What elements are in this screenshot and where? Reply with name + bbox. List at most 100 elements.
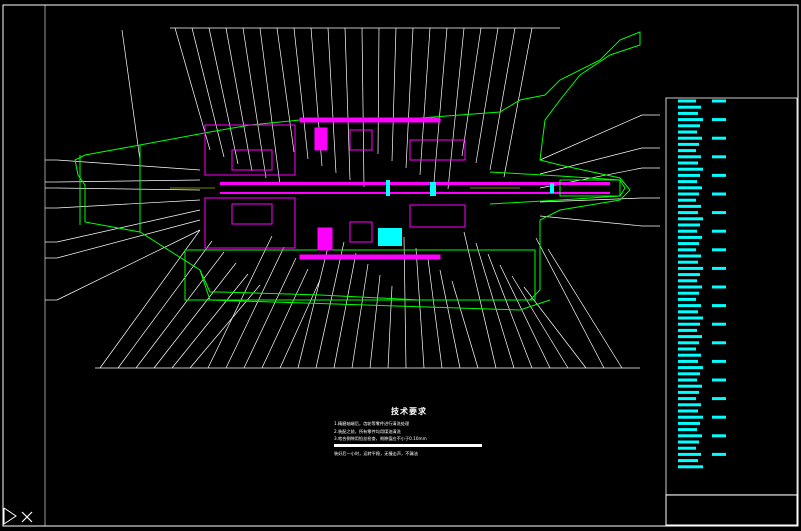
table-row bbox=[678, 403, 701, 407]
table-row bbox=[678, 248, 696, 252]
table-row bbox=[678, 465, 703, 469]
table-cell bbox=[712, 99, 726, 103]
table-row bbox=[678, 167, 703, 171]
leader-line bbox=[261, 268, 309, 369]
parts-list-table[interactable] bbox=[665, 97, 798, 526]
leader-line bbox=[344, 27, 351, 181]
leader-line bbox=[475, 242, 515, 369]
leader-line bbox=[56, 229, 201, 301]
table-row bbox=[678, 142, 699, 146]
table-row bbox=[678, 285, 702, 289]
table-row bbox=[678, 254, 701, 258]
notes-line: 2.装配之前，所有零件均用煤油清洗 bbox=[334, 428, 401, 434]
leader-line bbox=[547, 248, 623, 369]
table-row bbox=[678, 260, 698, 264]
table-row bbox=[678, 99, 696, 103]
table-row bbox=[678, 186, 702, 190]
table-cell bbox=[712, 452, 726, 456]
table-cell bbox=[712, 378, 726, 382]
cad-canvas[interactable]: 技术要求 1.精磨轴端后，齿轮等零件进行清洗处理 2.装配之前，所有零件均用煤油… bbox=[0, 0, 801, 531]
leader-line bbox=[117, 240, 213, 369]
table-cell bbox=[712, 341, 726, 345]
table-row bbox=[678, 341, 699, 345]
table-row bbox=[678, 229, 697, 233]
notes-title: 技术要求 bbox=[391, 407, 427, 416]
table-row bbox=[678, 347, 696, 351]
notes-line: 3.啮合侧隙用铅丝检查，侧隙值应不小于0.10mm bbox=[334, 436, 427, 441]
table-cell bbox=[712, 266, 726, 270]
leader-line bbox=[427, 258, 443, 369]
leader-line bbox=[56, 199, 201, 209]
table-row bbox=[678, 372, 700, 376]
table-row bbox=[678, 459, 698, 463]
table-cell bbox=[712, 248, 726, 252]
leader-line bbox=[415, 247, 425, 369]
housing-outline bbox=[74, 31, 641, 311]
table-row bbox=[678, 322, 700, 326]
leader-line bbox=[539, 114, 643, 161]
leader-line bbox=[208, 27, 239, 165]
leader-line bbox=[447, 27, 465, 190]
table-cell bbox=[712, 285, 726, 289]
table-cell bbox=[712, 136, 726, 140]
table-row bbox=[678, 149, 696, 153]
leader-line bbox=[377, 27, 380, 155]
table-row bbox=[678, 155, 701, 159]
leader-line bbox=[153, 262, 237, 369]
table-row bbox=[678, 279, 697, 283]
leader-line bbox=[351, 263, 369, 369]
table-cell bbox=[712, 211, 726, 215]
table-cell bbox=[712, 359, 726, 363]
table-row bbox=[678, 173, 700, 177]
leader-line bbox=[487, 253, 533, 369]
table-row bbox=[678, 105, 701, 109]
table-row bbox=[678, 328, 697, 332]
table-row bbox=[678, 415, 703, 419]
table-row bbox=[678, 446, 696, 450]
table-cell bbox=[712, 434, 726, 438]
table-row bbox=[678, 316, 703, 320]
table-cell bbox=[712, 397, 726, 401]
leader-line bbox=[433, 27, 448, 183]
table-cell bbox=[712, 192, 726, 196]
leader-line bbox=[503, 27, 533, 178]
leader-line bbox=[489, 27, 516, 171]
table-cell bbox=[712, 322, 726, 326]
leader-line bbox=[391, 27, 397, 162]
notes-underline bbox=[334, 443, 482, 447]
table-row bbox=[678, 192, 699, 196]
leader-line bbox=[315, 241, 345, 369]
table-cell bbox=[712, 118, 726, 122]
table-row bbox=[678, 266, 703, 270]
table-row bbox=[678, 452, 701, 456]
leader-line bbox=[461, 27, 482, 157]
leader-line bbox=[439, 269, 461, 369]
leader-line bbox=[279, 279, 321, 369]
leader-lines bbox=[45, 27, 660, 369]
table-row bbox=[678, 235, 702, 239]
table-row bbox=[678, 297, 696, 301]
table-cell bbox=[712, 415, 726, 419]
table-row bbox=[678, 136, 702, 140]
notes-line: 1.精磨轴端后，齿轮等零件进行清洗处理 bbox=[334, 421, 410, 426]
leader-line bbox=[135, 251, 225, 369]
table-row bbox=[678, 390, 699, 394]
leader-line bbox=[451, 280, 479, 369]
leader-line bbox=[171, 273, 249, 369]
table-row bbox=[678, 397, 696, 401]
leader-line bbox=[539, 147, 643, 175]
table-row bbox=[678, 111, 698, 115]
leader-line bbox=[56, 179, 201, 183]
ucs-axis-icon bbox=[3, 507, 33, 525]
leader-line bbox=[333, 252, 357, 369]
leader-line bbox=[523, 286, 587, 369]
table-row bbox=[678, 118, 703, 122]
leader-line bbox=[361, 27, 365, 188]
table-row bbox=[678, 198, 696, 202]
leader-line bbox=[327, 27, 337, 174]
table-row bbox=[678, 130, 697, 134]
leader-line bbox=[293, 27, 309, 160]
leader-line bbox=[369, 274, 381, 369]
table-row bbox=[678, 304, 701, 308]
table-row bbox=[678, 440, 699, 444]
